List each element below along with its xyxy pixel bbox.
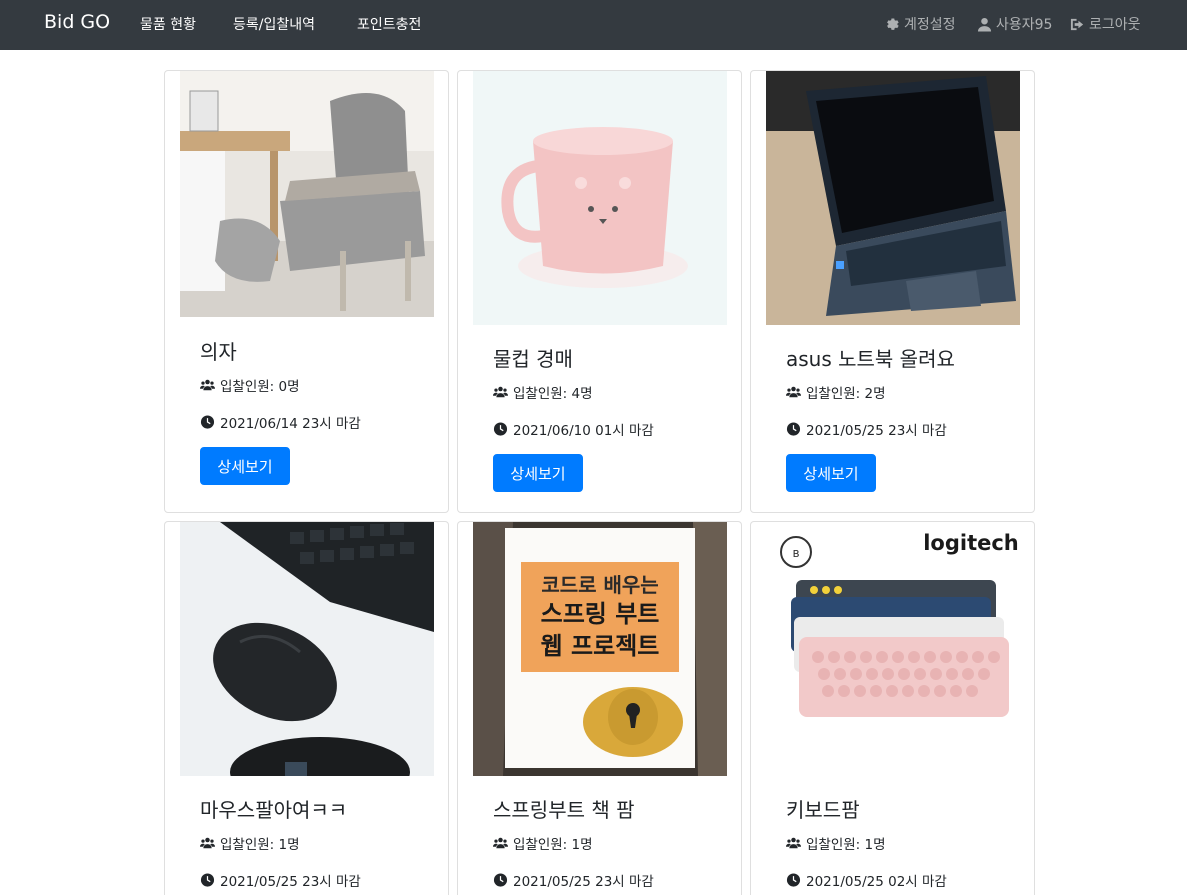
deadline-text: 2021/05/25 23시 마감 — [806, 423, 947, 439]
product-title: 의자 — [200, 340, 237, 364]
product-image-chair[interactable] — [180, 71, 434, 317]
bidder-count-text: 입찰인원: 2명 — [806, 386, 886, 402]
product-image-cup[interactable] — [473, 71, 727, 325]
product-title: 키보드팜 — [786, 798, 860, 822]
logout-link[interactable]: 로그아웃 — [1070, 14, 1141, 34]
clock-icon — [786, 873, 801, 887]
product-image-book[interactable]: 코드로 배우는 스프링 부트 웹 프로젝트 — [473, 522, 727, 776]
top-navbar: Bid GO 물품 현황 등록/입찰내역 포인트충전 계정설정 사용자95 로그… — [0, 0, 1187, 50]
product-card: 물컵 경매 입찰인원: 4명 2021/06/10 01시 마감 상세보기 — [457, 70, 742, 513]
deadline: 2021/06/10 01시 마감 — [493, 419, 654, 439]
bidder-count: 입찰인원: 4명 — [493, 382, 593, 402]
bidder-count: 입찰인원: 0명 — [200, 375, 300, 395]
deadline-text: 2021/06/10 01시 마감 — [513, 423, 654, 439]
product-card: 의자 입찰인원: 0명 2021/06/14 23시 마감 상세보기 — [164, 70, 449, 513]
account-settings-label: 계정설정 — [904, 17, 956, 33]
users-icon — [786, 386, 801, 398]
product-image-keyboard[interactable]: ʙ logitech — [766, 522, 1020, 776]
bidder-count-text: 입찰인원: 1명 — [513, 837, 593, 853]
clock-icon — [200, 873, 215, 887]
deadline-text: 2021/06/14 23시 마감 — [220, 416, 361, 432]
logout-label: 로그아웃 — [1089, 17, 1141, 33]
product-card: ʙ logitech 키보드팜 입찰인원: 1명 2021/05/25 02시 … — [750, 521, 1035, 895]
clock-icon — [493, 422, 508, 436]
deadline-text: 2021/05/25 23시 마감 — [220, 874, 361, 890]
brand-logo[interactable]: Bid GO — [44, 11, 110, 33]
deadline: 2021/05/25 23시 마감 — [786, 419, 947, 439]
product-title: 마우스팔아여ㅋㅋ — [200, 798, 348, 822]
bidder-count-text: 입찰인원: 1명 — [806, 837, 886, 853]
nav-item-products[interactable]: 물품 현황 — [140, 14, 196, 34]
nav-item-point-charge[interactable]: 포인트충전 — [357, 14, 421, 34]
product-card: 마우스팔아여ㅋㅋ 입찰인원: 1명 2021/05/25 23시 마감 — [164, 521, 449, 895]
users-icon — [786, 837, 801, 849]
product-image-mouse[interactable] — [180, 522, 434, 776]
user-profile-link[interactable]: 사용자95 — [977, 14, 1052, 34]
view-details-button[interactable]: 상세보기 — [200, 447, 290, 485]
bidder-count: 입찰인원: 1명 — [200, 833, 300, 853]
book-cover-line-1: 코드로 배우는 — [541, 573, 658, 597]
svg-text:ʙ: ʙ — [793, 546, 800, 560]
product-title: 물컵 경매 — [493, 347, 573, 371]
bidder-count: 입찰인원: 1명 — [786, 833, 886, 853]
nav-item-register-bids[interactable]: 등록/입찰내역 — [233, 14, 315, 34]
bidder-count: 입찰인원: 2명 — [786, 382, 886, 402]
deadline: 2021/05/25 23시 마감 — [200, 870, 361, 890]
bidder-count-text: 입찰인원: 4명 — [513, 386, 593, 402]
users-icon — [200, 379, 215, 391]
clock-icon — [200, 415, 215, 429]
gear-icon — [887, 18, 899, 30]
book-cover-line-3: 웹 프로젝트 — [541, 632, 660, 660]
bidder-count-text: 입찰인원: 1명 — [220, 837, 300, 853]
user-icon — [977, 17, 992, 32]
deadline: 2021/05/25 23시 마감 — [493, 870, 654, 890]
product-card: 코드로 배우는 스프링 부트 웹 프로젝트 스프링부트 책 팜 입찰인원: 1명… — [457, 521, 742, 895]
deadline-text: 2021/05/25 23시 마감 — [513, 874, 654, 890]
deadline: 2021/06/14 23시 마감 — [200, 412, 361, 432]
book-cover-line-2: 스프링 부트 — [541, 600, 660, 628]
product-image-laptop[interactable] — [766, 71, 1020, 325]
users-icon — [493, 837, 508, 849]
product-title: asus 노트북 올려요 — [786, 347, 955, 371]
logitech-logo: logitech — [923, 531, 1019, 555]
clock-icon — [493, 873, 508, 887]
clock-icon — [786, 422, 801, 436]
deadline: 2021/05/25 02시 마감 — [786, 870, 947, 890]
product-card: asus 노트북 올려요 입찰인원: 2명 2021/05/25 23시 마감 … — [750, 70, 1035, 513]
product-title: 스프링부트 책 팜 — [493, 798, 635, 822]
users-icon — [493, 386, 508, 398]
deadline-text: 2021/05/25 02시 마감 — [806, 874, 947, 890]
account-settings-link[interactable]: 계정설정 — [885, 14, 956, 34]
bidder-count: 입찰인원: 1명 — [493, 833, 593, 853]
username-label: 사용자95 — [996, 17, 1053, 33]
bidder-count-text: 입찰인원: 0명 — [220, 379, 300, 395]
view-details-button[interactable]: 상세보기 — [493, 454, 583, 492]
users-icon — [200, 837, 215, 849]
view-details-button[interactable]: 상세보기 — [786, 454, 876, 492]
sign-out-icon — [1070, 18, 1084, 30]
